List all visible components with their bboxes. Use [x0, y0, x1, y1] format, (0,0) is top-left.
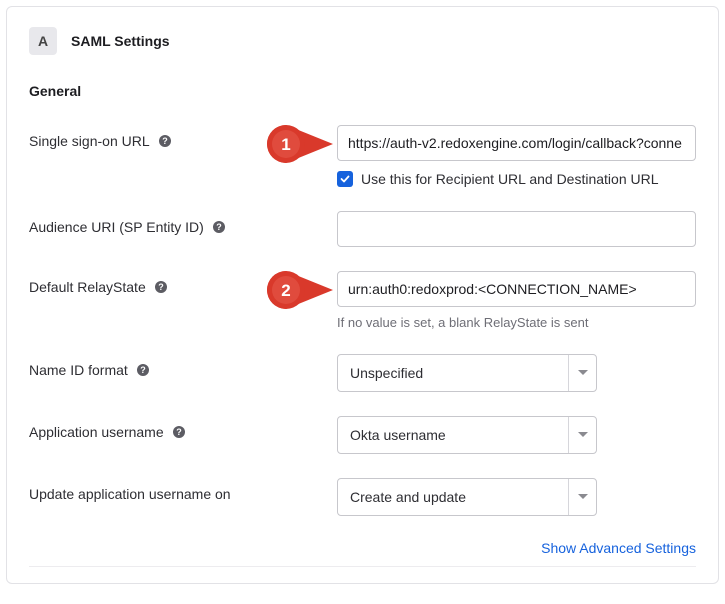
label-nameid-format: Name ID format ?: [29, 354, 337, 378]
label-relay-state: Default RelayState ?: [29, 271, 337, 295]
audience-uri-input[interactable]: [337, 211, 696, 247]
recipient-url-checkbox[interactable]: [337, 171, 353, 187]
show-advanced-settings-link[interactable]: Show Advanced Settings: [541, 540, 696, 556]
general-heading: General: [29, 83, 696, 99]
sso-url-input[interactable]: [337, 125, 696, 161]
svg-text:?: ?: [158, 282, 164, 292]
app-username-value: Okta username: [350, 427, 446, 443]
help-icon[interactable]: ?: [172, 425, 186, 439]
label-audience-uri-text: Audience URI (SP Entity ID): [29, 219, 204, 235]
row-app-username: Application username ? Okta username: [29, 416, 696, 454]
label-update-on-text: Update application username on: [29, 486, 231, 502]
section-title: SAML Settings: [71, 33, 170, 49]
label-nameid-format-text: Name ID format: [29, 362, 128, 378]
svg-text:?: ?: [162, 136, 168, 146]
update-on-select[interactable]: Create and update: [337, 478, 597, 516]
recipient-url-checkbox-label: Use this for Recipient URL and Destinati…: [361, 171, 659, 187]
label-update-on: Update application username on: [29, 478, 337, 502]
row-sso-url: Single sign-on URL ? Use this for Recipi…: [29, 125, 696, 187]
label-audience-uri: Audience URI (SP Entity ID) ?: [29, 211, 337, 235]
svg-text:?: ?: [140, 365, 146, 375]
nameid-format-select[interactable]: Unspecified: [337, 354, 597, 392]
chevron-down-icon: [568, 479, 596, 515]
help-icon[interactable]: ?: [212, 220, 226, 234]
label-sso-url: Single sign-on URL ?: [29, 125, 337, 149]
row-update-on: Update application username on Create an…: [29, 478, 696, 516]
nameid-format-value: Unspecified: [350, 365, 423, 381]
help-icon[interactable]: ?: [154, 280, 168, 294]
help-icon[interactable]: ?: [136, 363, 150, 377]
label-sso-url-text: Single sign-on URL: [29, 133, 150, 149]
advanced-settings-row: Show Advanced Settings: [29, 540, 696, 556]
update-on-value: Create and update: [350, 489, 466, 505]
chevron-down-icon: [568, 417, 596, 453]
app-username-select[interactable]: Okta username: [337, 416, 597, 454]
saml-settings-card: A SAML Settings General Single sign-on U…: [6, 6, 719, 584]
label-relay-state-text: Default RelayState: [29, 279, 146, 295]
label-app-username-text: Application username: [29, 424, 164, 440]
divider: [29, 566, 696, 567]
chevron-down-icon: [568, 355, 596, 391]
help-icon[interactable]: ?: [158, 134, 172, 148]
svg-text:?: ?: [216, 222, 222, 232]
relay-state-input[interactable]: [337, 271, 696, 307]
row-relay-state: Default RelayState ? If no value is set,…: [29, 271, 696, 330]
step-badge: A: [29, 27, 57, 55]
relay-state-hint: If no value is set, a blank RelayState i…: [337, 315, 696, 330]
section-header: A SAML Settings: [29, 27, 696, 55]
row-audience-uri: Audience URI (SP Entity ID) ?: [29, 211, 696, 247]
label-app-username: Application username ?: [29, 416, 337, 440]
row-nameid-format: Name ID format ? Unspecified: [29, 354, 696, 392]
svg-text:?: ?: [176, 427, 182, 437]
